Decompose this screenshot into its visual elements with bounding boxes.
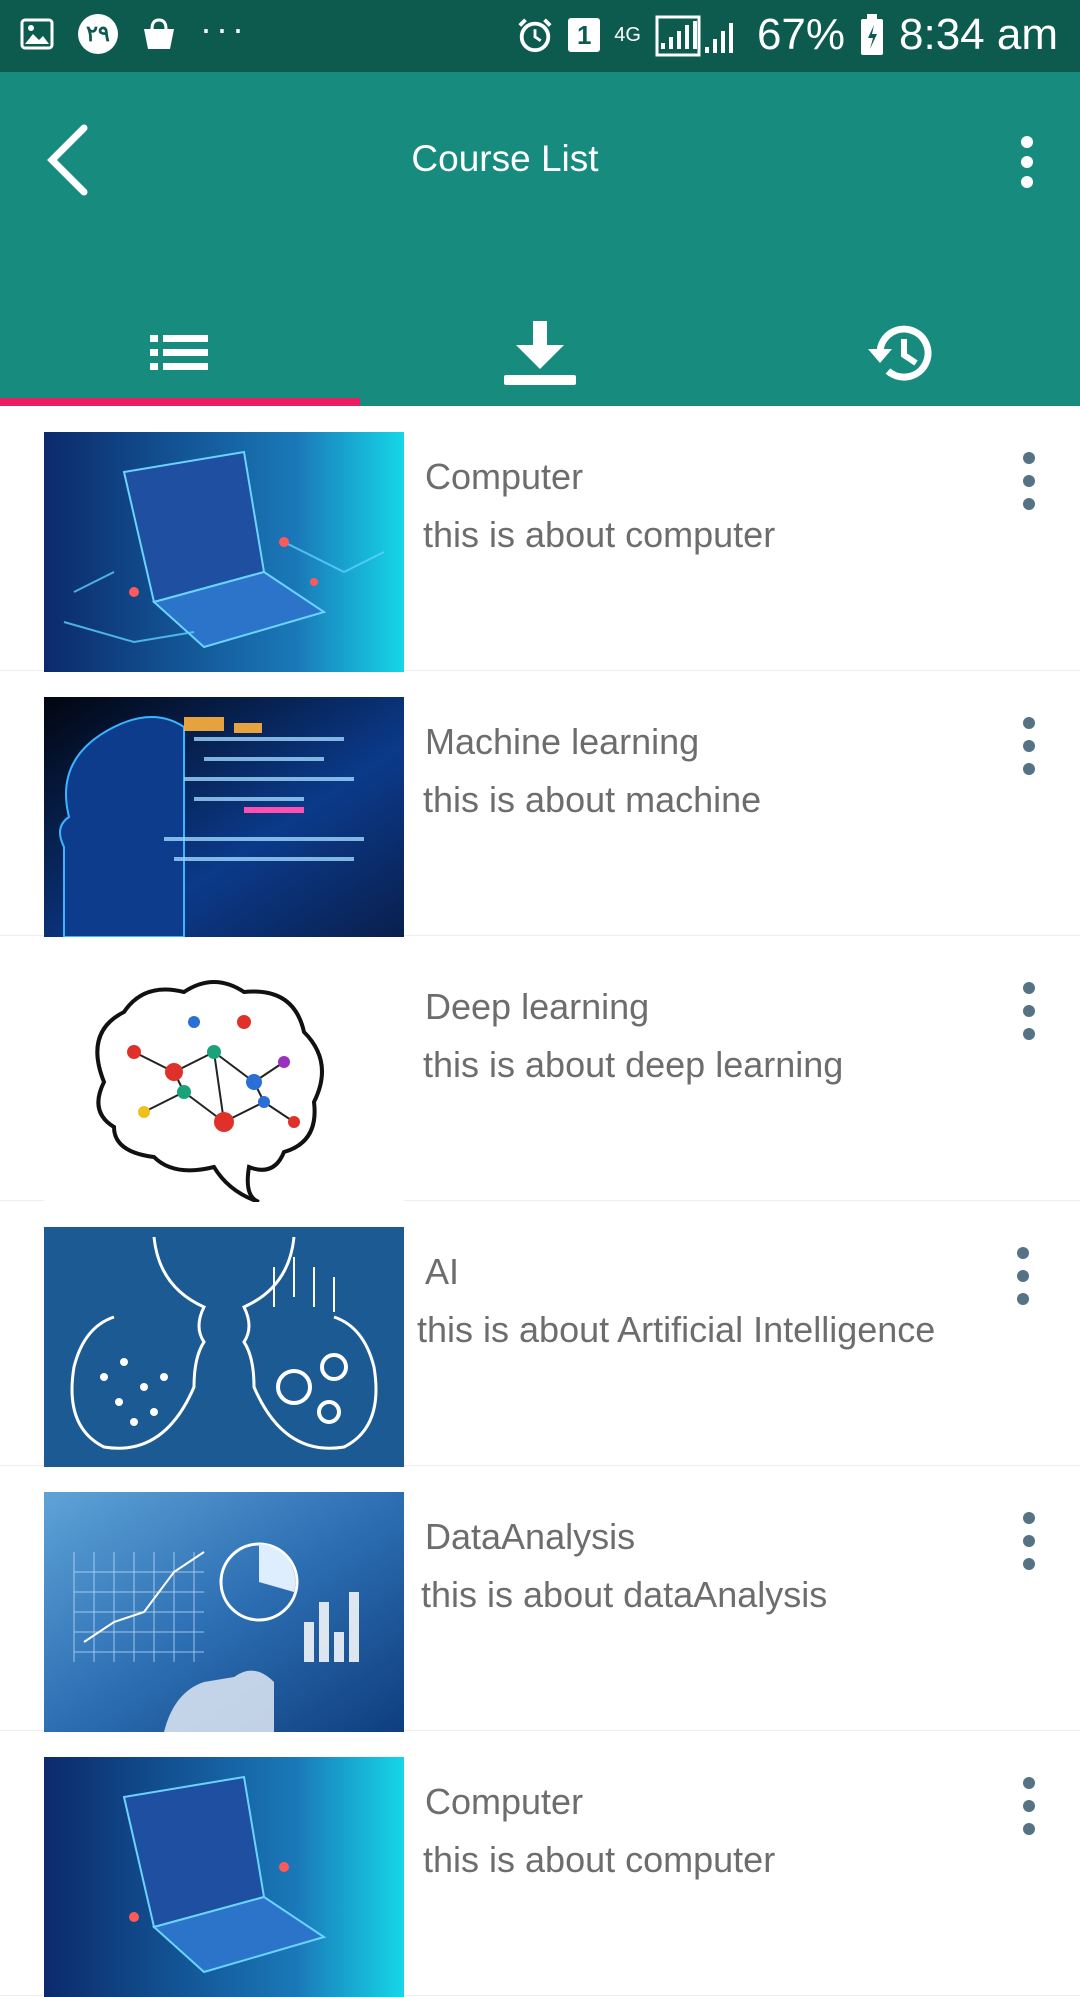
- download-icon: [504, 321, 576, 385]
- status-left: ٢٩ ···: [18, 8, 248, 54]
- course-row[interactable]: AI this is about Artificial Intelligence: [0, 1201, 1080, 1467]
- tab-download[interactable]: [360, 300, 720, 406]
- tab-bar: [0, 300, 1080, 406]
- more-vertical-icon: [1023, 982, 1035, 1040]
- tab-indicator: [0, 398, 360, 406]
- course-name: DataAnalysis: [425, 1516, 636, 1557]
- row-more-button[interactable]: [1014, 1506, 1044, 1576]
- course-name: Computer: [425, 1781, 584, 1822]
- gallery-icon: [18, 15, 56, 53]
- row-more-button[interactable]: [1008, 1241, 1038, 1311]
- course-description: this is about Artificial Intelligence: [417, 1309, 936, 1350]
- course-name: AI: [425, 1251, 460, 1292]
- row-more-button[interactable]: [1014, 446, 1044, 516]
- course-list: Computer this is about computer Machine …: [0, 406, 1080, 1997]
- tab-history[interactable]: [720, 300, 1080, 406]
- course-name: Machine learning: [425, 721, 700, 762]
- more-vertical-icon: [1023, 452, 1035, 510]
- list-icon: [150, 335, 208, 370]
- overflow-dots: ···: [200, 8, 248, 49]
- row-more-button[interactable]: [1014, 711, 1044, 781]
- course-row[interactable]: Deep learning this is about deep learnin…: [0, 936, 1080, 1202]
- more-vertical-icon: [1023, 1777, 1035, 1835]
- battery-icon: [859, 14, 885, 55]
- status-bar: ٢٩ ··· 1 4G 67% 8:34 am: [0, 0, 1080, 72]
- row-more-button[interactable]: [1014, 976, 1044, 1046]
- course-row[interactable]: Machine learning this is about machine: [0, 671, 1080, 937]
- course-description: this is about deep learning: [423, 1044, 844, 1085]
- course-description: this is about computer: [423, 1839, 776, 1880]
- page-title: Course List: [411, 138, 599, 179]
- course-thumbnail-ai: [44, 1227, 404, 1467]
- battery-percent: 67%: [756, 10, 846, 59]
- shopping-bag-icon: [140, 15, 178, 53]
- course-thumbnail-computer: [44, 432, 404, 672]
- more-vertical-icon: [1023, 717, 1035, 775]
- signal-icon: [655, 15, 743, 57]
- course-row[interactable]: Computer this is about computer: [0, 1731, 1080, 1997]
- status-right: 1 4G 67% 8:34 am: [516, 10, 1058, 60]
- course-thumbnail-data-analysis: [44, 1492, 404, 1732]
- course-thumbnail-deep-learning: [44, 962, 404, 1202]
- alarm-icon: [516, 16, 554, 54]
- course-description: this is about computer: [423, 514, 776, 555]
- network-type: 4G: [614, 24, 641, 46]
- more-vertical-icon: [1023, 1512, 1035, 1570]
- history-icon: [868, 325, 932, 381]
- overflow-menu-button[interactable]: [1012, 132, 1042, 192]
- course-name: Deep learning: [425, 986, 650, 1027]
- course-row[interactable]: DataAnalysis this is about dataAnalysis: [0, 1466, 1080, 1732]
- row-more-button[interactable]: [1014, 1771, 1044, 1841]
- notification-badge-icon: ٢٩: [78, 14, 118, 54]
- app-bar: Course List: [0, 72, 1080, 406]
- course-row[interactable]: Computer this is about computer: [0, 406, 1080, 672]
- more-vertical-icon: [1021, 136, 1033, 188]
- course-name: Computer: [425, 456, 584, 497]
- course-description: this is about dataAnalysis: [421, 1574, 828, 1615]
- course-thumbnail-machine-learning: [44, 697, 404, 937]
- tab-list[interactable]: [0, 300, 360, 406]
- clock: 8:34 am: [899, 10, 1058, 59]
- more-vertical-icon: [1017, 1247, 1029, 1305]
- sim-slot-badge: 1: [568, 18, 601, 52]
- course-description: this is about machine: [423, 779, 762, 820]
- course-thumbnail-computer: [44, 1757, 404, 1997]
